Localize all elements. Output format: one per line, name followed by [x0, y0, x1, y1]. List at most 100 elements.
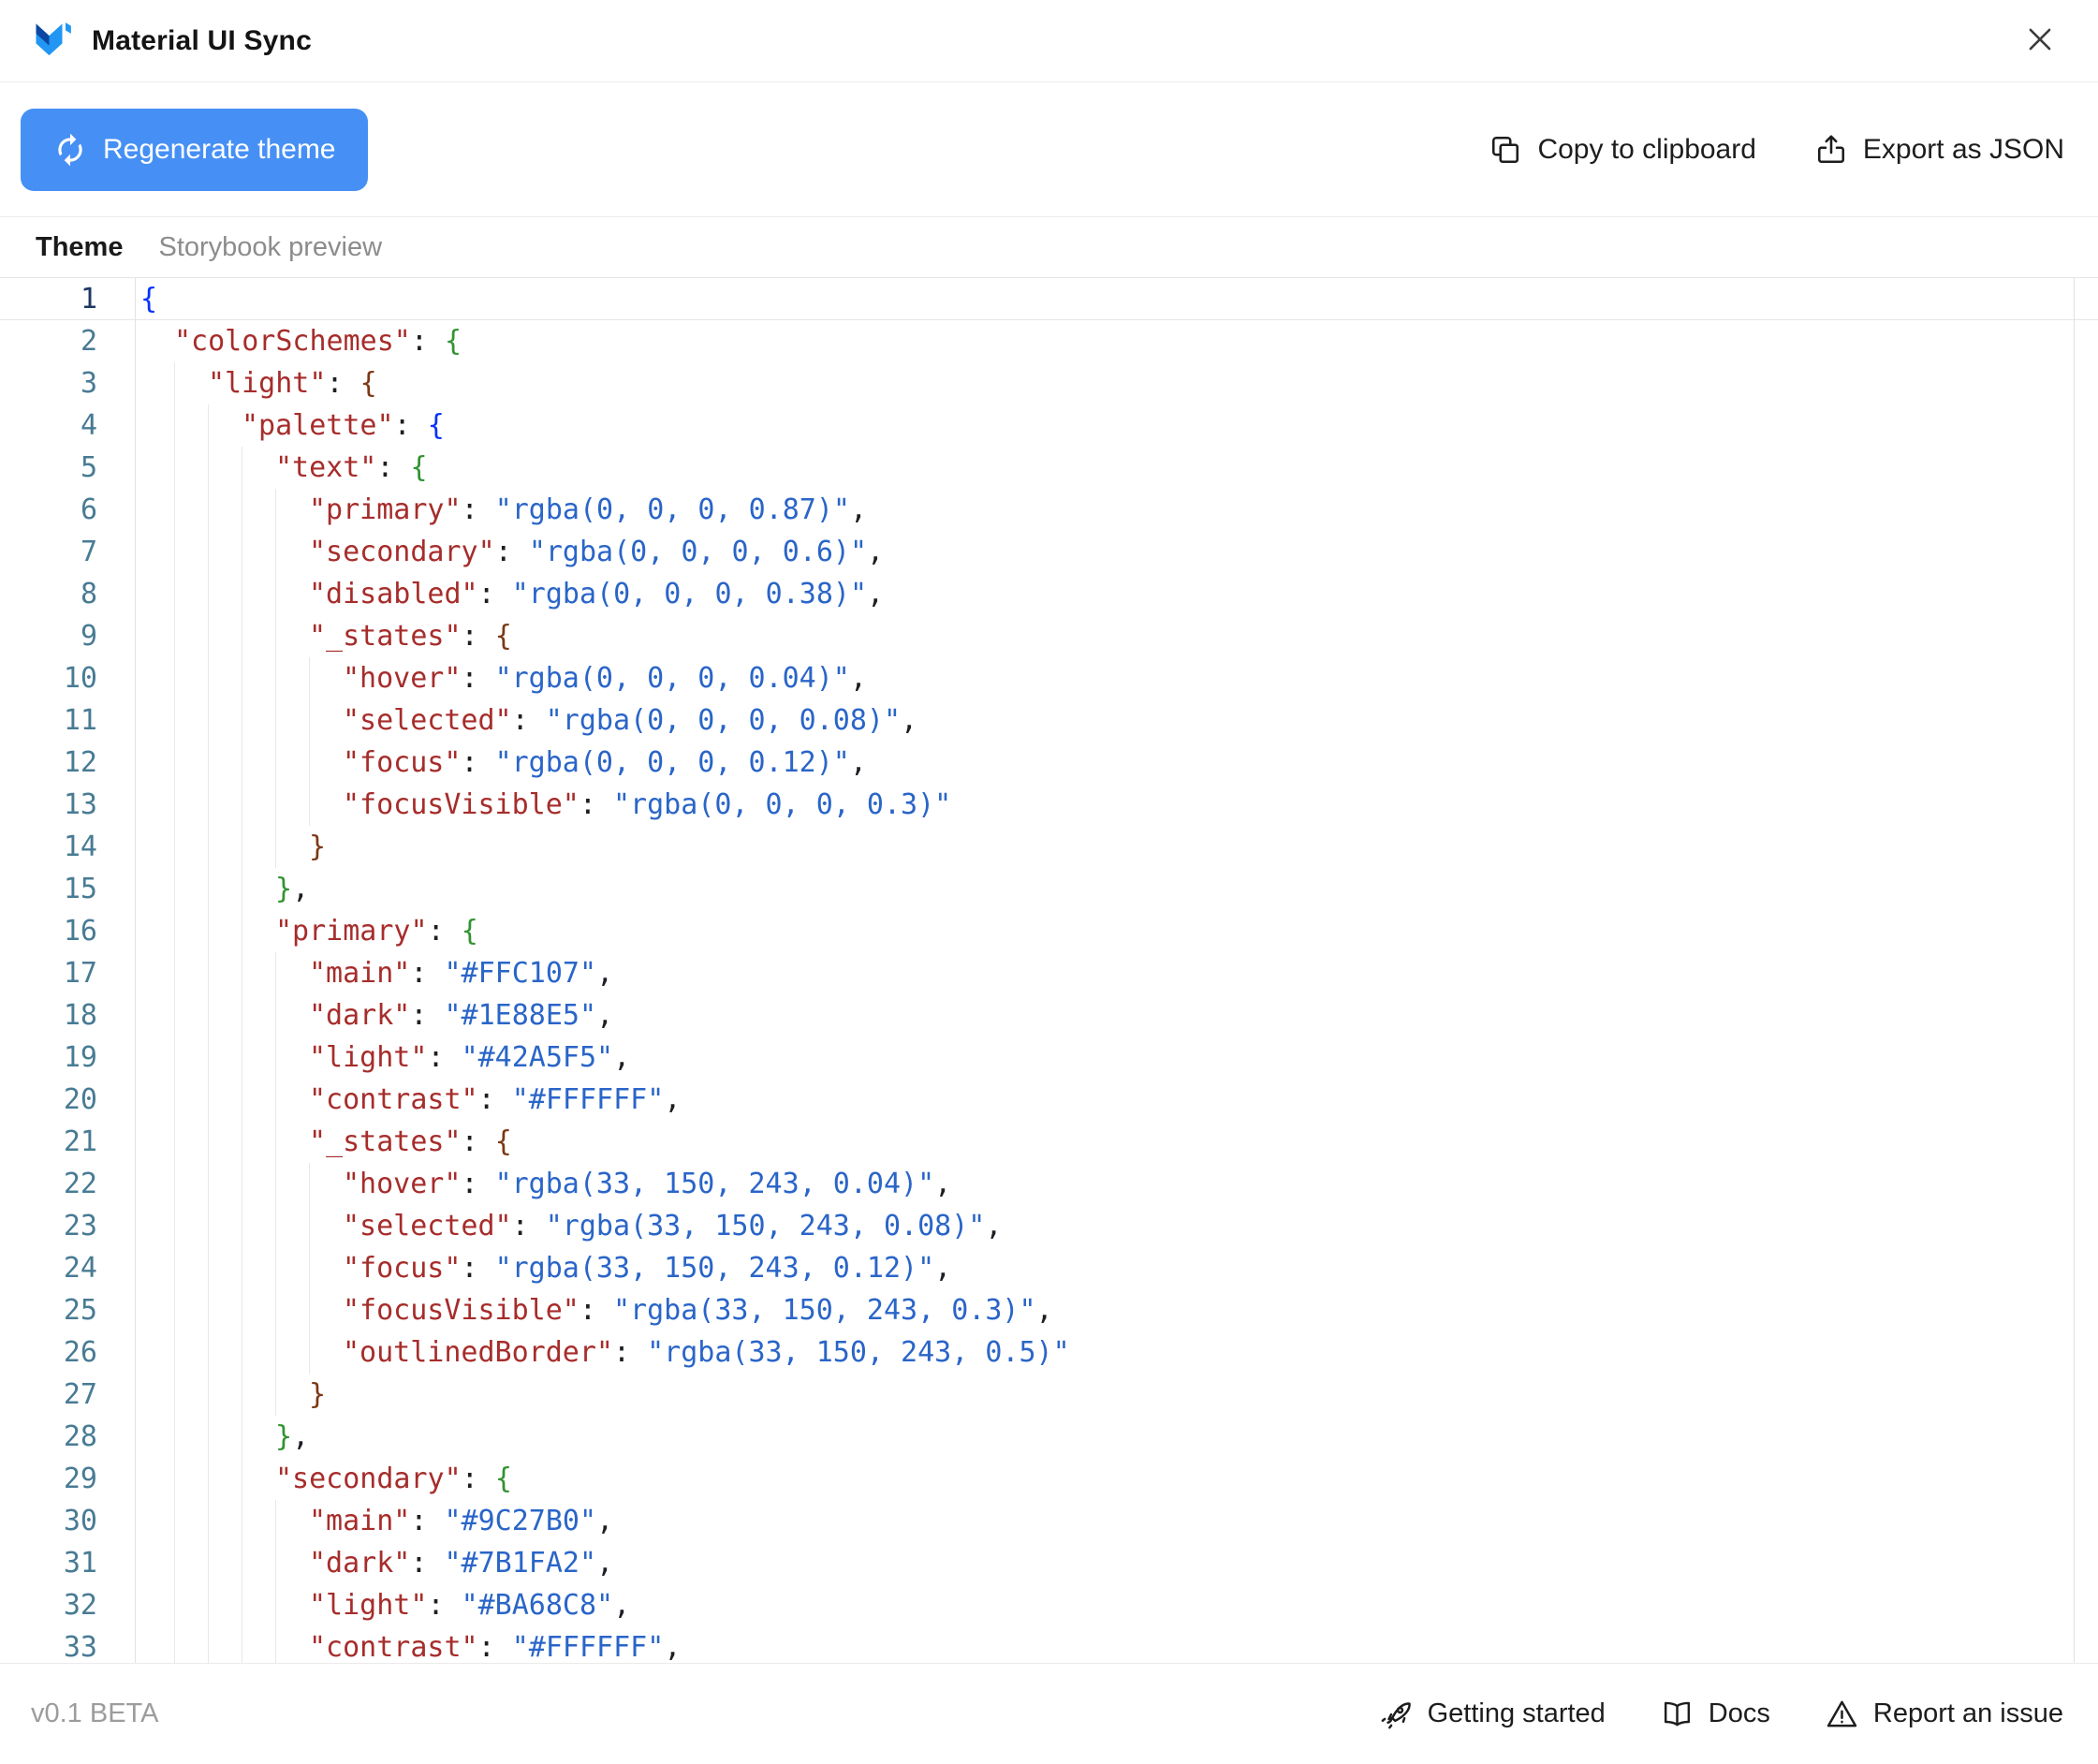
export-as-json-button[interactable]: Export as JSON: [1814, 133, 2064, 167]
code-token: "rgba(0, 0, 0, 0.3)": [613, 784, 951, 826]
indent-guide: [174, 1289, 208, 1331]
line-number: 3: [0, 362, 136, 404]
code-token: {: [462, 910, 478, 952]
code-line[interactable]: 24"focus": "rgba(33, 150, 243, 0.12)",: [0, 1247, 2098, 1289]
code-line-content: "secondary": "rgba(0, 0, 0, 0.6)",: [136, 531, 884, 573]
indent-guide: [242, 1289, 275, 1331]
code-line[interactable]: 31"dark": "#7B1FA2",: [0, 1542, 2098, 1584]
code-line[interactable]: 15},: [0, 868, 2098, 910]
code-line-content: "selected": "rgba(0, 0, 0, 0.08)",: [136, 699, 917, 742]
indent-guide: [242, 1584, 275, 1626]
code-line[interactable]: 12"focus": "rgba(0, 0, 0, 0.12)",: [0, 742, 2098, 784]
report-an-issue-link[interactable]: Report an issue: [1825, 1697, 2063, 1731]
indent-guide: [309, 784, 343, 826]
regenerate-theme-button[interactable]: Regenerate theme: [21, 109, 368, 191]
line-number: 30: [0, 1500, 136, 1542]
tab-storybook-preview[interactable]: Storybook preview: [158, 232, 382, 263]
code-line[interactable]: 27}: [0, 1374, 2098, 1416]
code-line[interactable]: 18"dark": "#1E88E5",: [0, 994, 2098, 1036]
close-button[interactable]: [2014, 13, 2066, 68]
indent-guide: [174, 1584, 208, 1626]
code-line[interactable]: 6"primary": "rgba(0, 0, 0, 0.87)",: [0, 489, 2098, 531]
code-line[interactable]: 28},: [0, 1416, 2098, 1458]
code-token: ,: [596, 952, 613, 994]
indent-guide: [174, 910, 208, 952]
code-line[interactable]: 19"light": "#42A5F5",: [0, 1036, 2098, 1079]
code-token: "contrast": [309, 1626, 478, 1663]
code-line[interactable]: 2"colorSchemes": {: [0, 320, 2098, 362]
code-token: }: [275, 868, 292, 910]
code-line[interactable]: 14}: [0, 826, 2098, 868]
code-line[interactable]: 29"secondary": {: [0, 1458, 2098, 1500]
indent-guide: [309, 657, 343, 699]
indent-guide: [140, 1205, 174, 1247]
code-line-content: "dark": "#7B1FA2",: [136, 1542, 613, 1584]
indent-guide: [208, 657, 242, 699]
indent-guide: [275, 1289, 309, 1331]
code-line[interactable]: 21"_states": {: [0, 1121, 2098, 1163]
indent-guide: [140, 826, 174, 868]
indent-guide: [174, 615, 208, 657]
line-number: 6: [0, 489, 136, 531]
code-line[interactable]: 7"secondary": "rgba(0, 0, 0, 0.6)",: [0, 531, 2098, 573]
indent-guide: [208, 742, 242, 784]
indent-guide: [208, 1205, 242, 1247]
code-line[interactable]: 16"primary": {: [0, 910, 2098, 952]
indent-guide: [174, 1163, 208, 1205]
line-number: 31: [0, 1542, 136, 1584]
indent-guide: [140, 362, 174, 404]
code-token: "rgba(0, 0, 0, 0.38)": [512, 573, 867, 615]
header: Material UI Sync: [0, 0, 2098, 82]
docs-link[interactable]: Docs: [1660, 1697, 1770, 1731]
indent-guide: [242, 1626, 275, 1663]
code-line-content: "hover": "rgba(0, 0, 0, 0.04)",: [136, 657, 867, 699]
code-token: :: [461, 657, 494, 699]
code-token: "light": [309, 1036, 427, 1079]
code-line[interactable]: 4"palette": {: [0, 404, 2098, 447]
theme-code-editor[interactable]: 1{2"colorSchemes": {3"light": {4"palette…: [0, 278, 2098, 1663]
code-line[interactable]: 11"selected": "rgba(0, 0, 0, 0.08)",: [0, 699, 2098, 742]
code-token: ,: [934, 1163, 951, 1205]
line-number: 28: [0, 1416, 136, 1458]
vertical-scrollbar[interactable]: [2074, 278, 2098, 1663]
copy-to-clipboard-button[interactable]: Copy to clipboard: [1489, 133, 1755, 167]
code-token: "focusVisible": [343, 1289, 580, 1331]
code-line[interactable]: 20"contrast": "#FFFFFF",: [0, 1079, 2098, 1121]
code-line[interactable]: 9"_states": {: [0, 615, 2098, 657]
code-line-content: "light": "#42A5F5",: [136, 1036, 630, 1079]
code-line[interactable]: 17"main": "#FFC107",: [0, 952, 2098, 994]
indent-guide: [140, 784, 174, 826]
code-line[interactable]: 26"outlinedBorder": "rgba(33, 150, 243, …: [0, 1331, 2098, 1374]
code-token: }: [275, 1416, 292, 1458]
code-token: :: [478, 1079, 512, 1121]
code-token: "focus": [343, 1247, 461, 1289]
code-line[interactable]: 22"hover": "rgba(33, 150, 243, 0.04)",: [0, 1163, 2098, 1205]
tab-theme[interactable]: Theme: [36, 232, 123, 263]
indent-guide: [174, 1079, 208, 1121]
code-line[interactable]: 13"focusVisible": "rgba(0, 0, 0, 0.3)": [0, 784, 2098, 826]
indent-guide: [174, 826, 208, 868]
code-line[interactable]: 1{: [0, 278, 2098, 320]
code-line[interactable]: 8"disabled": "rgba(0, 0, 0, 0.38)",: [0, 573, 2098, 615]
code-line-content: }: [136, 826, 326, 868]
code-line[interactable]: 32"light": "#BA68C8",: [0, 1584, 2098, 1626]
indent-guide: [275, 1500, 309, 1542]
getting-started-link[interactable]: Getting started: [1379, 1697, 1606, 1731]
code-line[interactable]: 23"selected": "rgba(33, 150, 243, 0.08)"…: [0, 1205, 2098, 1247]
code-line[interactable]: 25"focusVisible": "rgba(33, 150, 243, 0.…: [0, 1289, 2098, 1331]
code-line[interactable]: 10"hover": "rgba(0, 0, 0, 0.04)",: [0, 657, 2098, 699]
line-number: 33: [0, 1626, 136, 1663]
code-token: "outlinedBorder": [343, 1331, 613, 1374]
indent-guide: [140, 699, 174, 742]
indent-guide: [174, 531, 208, 573]
indent-guide: [174, 1121, 208, 1163]
code-line-content: "selected": "rgba(33, 150, 243, 0.08)",: [136, 1205, 1002, 1247]
indent-guide: [242, 1458, 275, 1500]
code-line[interactable]: 30"main": "#9C27B0",: [0, 1500, 2098, 1542]
code-token: "hover": [343, 657, 461, 699]
code-line[interactable]: 3"light": {: [0, 362, 2098, 404]
code-line[interactable]: 33"contrast": "#FFFFFF",: [0, 1626, 2098, 1663]
code-token: "rgba(33, 150, 243, 0.08)": [546, 1205, 986, 1247]
indent-guide: [174, 1036, 208, 1079]
code-line[interactable]: 5"text": {: [0, 447, 2098, 489]
